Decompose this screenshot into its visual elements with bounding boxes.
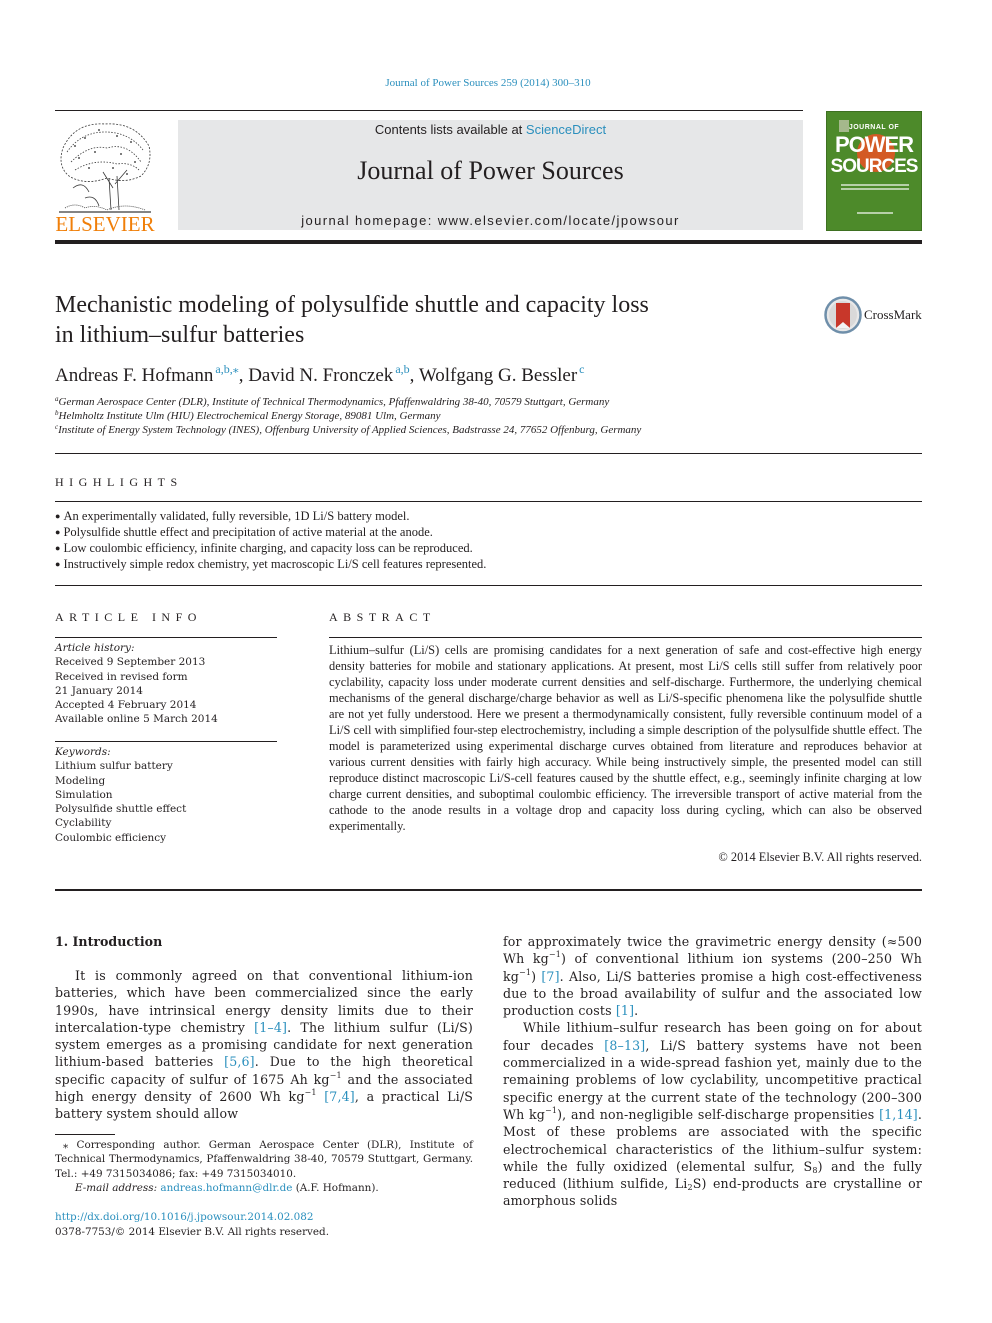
highlight-item: ● Instructively simple redox chemistry, y…	[55, 556, 486, 572]
journal-name: Journal of Power Sources	[357, 156, 624, 185]
affiliation-a: aGerman Aerospace Center (DLR), Institut…	[55, 395, 609, 408]
history-item: Received 9 September 2013	[55, 656, 206, 669]
header-thick-rule	[55, 240, 922, 244]
sciencedirect-link[interactable]: ScienceDirect	[526, 122, 606, 137]
article-history-label: Article history:	[55, 642, 135, 654]
highlight-text: Low coulombic efficiency, infinite charg…	[63, 541, 473, 555]
article-title: Mechanistic modeling of polysulfide shut…	[55, 290, 755, 350]
affiliation-b: bHelmholtz Institute Ulm (HIU) Electroch…	[55, 409, 440, 422]
crossmark-label: CrossMark	[864, 307, 922, 322]
cover-editor-bar	[857, 212, 893, 214]
history-item: Received in revised form	[55, 670, 188, 683]
author-name[interactable]: Wolfgang G. Bessler	[419, 365, 577, 386]
highlight-item: ● An experimentally validated, fully reve…	[55, 508, 486, 524]
keyword: Simulation	[55, 788, 113, 801]
keywords: Keywords: Lithium sulfur battery Modelin…	[55, 745, 186, 845]
journal-header-box: Contents lists available at ScienceDirec…	[178, 120, 803, 230]
affiliation-text: Helmholtz Institute Ulm (HIU) Electroche…	[58, 410, 441, 422]
crossmark-icon	[824, 296, 862, 334]
highlights-list: ● An experimentally validated, fully reve…	[55, 508, 486, 572]
keyword: Polysulfide shuttle effect	[55, 803, 187, 816]
bullet-icon: ●	[55, 559, 61, 569]
journal-citation-link[interactable]: Journal of Power Sources 259 (2014) 300–…	[0, 77, 976, 89]
reference-link[interactable]: [8–13]	[604, 1038, 645, 1053]
elsevier-wordmark[interactable]: ELSEVIER	[55, 212, 155, 237]
author-affiliation-marks[interactable]: a,b	[395, 362, 409, 376]
body-paragraph: for approximately twice the gravimetric …	[503, 934, 922, 1019]
cover-subtitle-bar	[841, 188, 909, 190]
bullet-icon: ●	[55, 511, 61, 521]
body-paragraph: While lithium–sulfur research has been g…	[503, 1020, 923, 1209]
article-title-line2: in lithium–sulfur batteries	[55, 322, 305, 348]
front-matter-rule	[55, 889, 922, 891]
author-name[interactable]: Andreas F. Hofmann	[55, 365, 213, 386]
contents-line: Contents lists available at ScienceDirec…	[178, 122, 803, 137]
bullet-icon: ●	[55, 527, 61, 537]
article-info-rule	[55, 637, 277, 638]
reference-link[interactable]: [1–4]	[254, 1020, 287, 1035]
bullet-icon: ●	[55, 543, 61, 553]
highlights-heading: HIGHLIGHTS	[55, 475, 183, 489]
journal-homepage-link[interactable]: journal homepage: www.elsevier.com/locat…	[178, 213, 803, 228]
body-paragraph: It is commonly agreed on that convention…	[55, 968, 473, 1122]
abstract-text: Lithium–sulfur (Li/S) cells are promisin…	[329, 643, 922, 833]
author-list: Andreas F. Hofmann a,b,⁎, David N. Froncz…	[55, 362, 585, 387]
keywords-label: Keywords:	[55, 746, 111, 758]
keyword: Lithium sulfur battery	[55, 760, 173, 773]
author-affiliation-marks[interactable]: c	[579, 362, 584, 376]
affiliation-text: Institute of Energy System Technology (I…	[58, 424, 642, 436]
cover-line2: POWER	[834, 132, 914, 157]
keyword: Coulombic efficiency	[55, 831, 167, 844]
highlights-rule-top	[55, 501, 922, 502]
affiliation-rule	[55, 453, 922, 454]
affiliation-c: cInstitute of Energy System Technology (…	[55, 423, 641, 436]
reference-link[interactable]: [5,6]	[224, 1054, 255, 1069]
keyword: Cyclability	[55, 817, 112, 830]
reference-link[interactable]: [1]	[616, 1003, 634, 1018]
email-label: E-mail address:	[75, 1181, 161, 1194]
reference-link[interactable]: [7]	[541, 969, 559, 984]
article-info-heading: ARTICLE INFO	[55, 610, 202, 624]
highlight-text: Polysulfide shuttle effect and precipita…	[63, 525, 433, 539]
author-affiliation-marks[interactable]: a,b,⁎	[215, 362, 238, 376]
email-link[interactable]: andreas.hofmann@dlr.de	[160, 1182, 292, 1194]
body-column-left: It is commonly agreed on that convention…	[55, 967, 473, 1123]
keyword: Modeling	[55, 774, 106, 787]
contents-prefix: Contents lists available at	[374, 122, 526, 137]
history-item: Accepted 4 February 2014	[55, 699, 197, 712]
doi-link[interactable]: http://dx.doi.org/10.1016/j.jpowsour.201…	[55, 1211, 313, 1223]
crossmark-button[interactable]: CrossMark	[824, 296, 924, 334]
header-rule	[55, 110, 803, 111]
reference-link[interactable]: [1,14]	[879, 1107, 918, 1122]
keywords-rule	[55, 741, 277, 742]
abstract-heading: ABSTRACT	[329, 610, 436, 624]
highlight-item: ● Low coulombic efficiency, infinite char…	[55, 540, 486, 556]
abstract-rule	[329, 637, 922, 638]
cover-line1: JOURNAL OF	[848, 124, 900, 131]
journal-cover-image[interactable]: JOURNAL OF POWER SOURCES	[826, 111, 922, 231]
section-heading-introduction: 1. Introduction	[55, 934, 163, 949]
highlight-item: ● Polysulfide shuttle effect and precipit…	[55, 524, 486, 540]
corresponding-author-footnote: ⁎ Corresponding author. German Aerospace…	[55, 1138, 473, 1195]
body-column-right: for approximately twice the gravimetric …	[503, 933, 922, 1210]
highlights-rule-bottom	[55, 585, 922, 586]
issn-copyright: 0378-7753/© 2014 Elsevier B.V. All right…	[55, 1226, 330, 1238]
cover-subtitle-bar	[841, 184, 909, 186]
highlight-text: Instructively simple redox chemistry, ye…	[63, 557, 487, 571]
author-separator: ,	[409, 365, 419, 386]
history-item: 21 January 2014	[55, 684, 143, 697]
abstract-copyright: © 2014 Elsevier B.V. All rights reserved…	[718, 850, 922, 864]
highlight-text: An experimentally validated, fully rever…	[63, 509, 410, 523]
article-history: Article history: Received 9 September 20…	[55, 641, 218, 727]
history-item: Available online 5 March 2014	[55, 713, 218, 726]
footnote-text: Corresponding author. German Aerospace C…	[55, 1139, 473, 1180]
article-title-line1: Mechanistic modeling of polysulfide shut…	[55, 292, 649, 318]
email-suffix: (A.F. Hofmann).	[292, 1181, 379, 1194]
footnote-rule	[55, 1134, 115, 1135]
author-name[interactable]: David N. Fronczek	[248, 365, 393, 386]
cover-line3: SOURCES	[830, 156, 919, 177]
affiliation-text: German Aerospace Center (DLR), Institute…	[58, 396, 610, 408]
author-separator: ,	[238, 365, 249, 386]
reference-link[interactable]: [7,4]	[324, 1089, 355, 1104]
